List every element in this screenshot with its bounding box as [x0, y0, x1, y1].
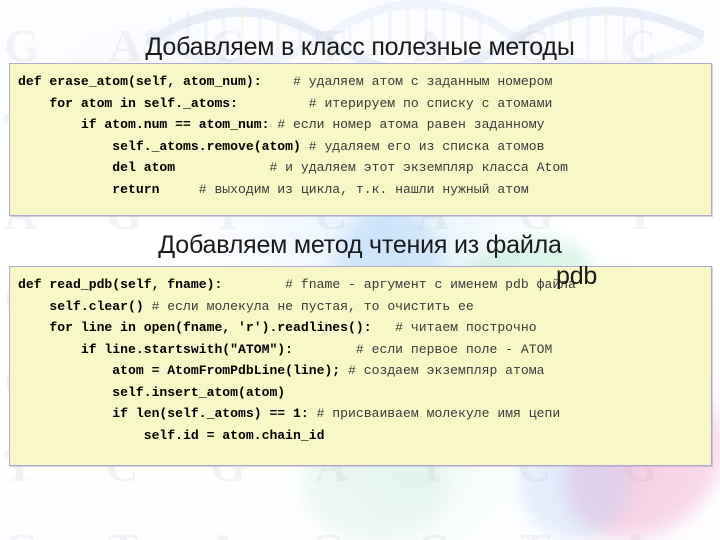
code-line: return # выходим из цикла, т.к. нашли ну… — [18, 179, 703, 201]
code-line: if line.startswith("ATOM"): # если перво… — [18, 339, 703, 361]
code-line: def erase_atom(self, atom_num): # удаляе… — [18, 71, 703, 93]
code-statement: if line.startswith("ATOM"): — [18, 341, 294, 357]
code-statement: return — [18, 181, 160, 197]
code-statement: for atom in self._atoms: — [18, 95, 239, 111]
code-line: self.clear() # если молекула не пустая, … — [18, 296, 703, 318]
code-gap — [262, 74, 293, 89]
code-comment: # если молекула не пустая, то очистить е… — [151, 298, 474, 314]
code-comment: # итерируем по списку с атомами — [308, 95, 553, 111]
code-comment: # удаляем атом с заданным номером — [293, 74, 553, 89]
code-comment: # создаем экземпляр атома — [348, 363, 545, 378]
code-statement: def erase_atom(self, atom_num): — [18, 74, 262, 89]
code-comment: # и удаляем этот экземпляр класса Atom — [269, 160, 569, 175]
code-line: self.id = atom.chain_id — [18, 425, 703, 447]
code-comment: # fname - аргумент с именем pdb файла — [285, 277, 576, 292]
code-gap — [175, 160, 269, 175]
code-statement: if atom.num == atom_num: — [18, 117, 270, 132]
code-statement: if len(self._atoms) == 1: — [18, 406, 309, 421]
code-block-erase-atom: def erase_atom(self, atom_num): # удаляе… — [9, 63, 712, 216]
code-line: for atom in self._atoms: # итерируем по … — [18, 93, 703, 115]
code-statement: for line in open(fname, 'r').readlines()… — [18, 320, 372, 335]
code-statement: atom = AtomFromPdbLine(line); — [18, 363, 341, 378]
code-line: self._atoms.remove(atom) # удаляем его и… — [18, 136, 703, 158]
code-gap — [238, 96, 309, 111]
code-comment: # если номер атома равен заданному — [277, 117, 545, 132]
code-statement: self._atoms.remove(atom) — [18, 138, 301, 154]
page-title-secondary-overflow: pdb — [556, 262, 598, 290]
code-statement: self.id = atom.chain_id — [18, 427, 325, 443]
code-statement: self.clear() — [18, 298, 144, 314]
code-gap — [340, 363, 348, 378]
code-statement: def read_pdb(self, fname): — [18, 277, 223, 292]
code-comment: # присваиваем молекуле имя цепи — [316, 406, 561, 421]
code-line: del atom # и удаляем этот экземпляр клас… — [18, 157, 703, 179]
code-comment: # читаем построчно — [395, 320, 537, 335]
code-statement: self.insert_atom(atom) — [18, 384, 286, 400]
code-gap — [159, 182, 198, 197]
code-gap — [372, 320, 396, 335]
code-line: self.insert_atom(atom) — [18, 382, 703, 404]
code-line: if atom.num == atom_num: # если номер ат… — [18, 114, 703, 136]
code-statement: del atom — [18, 160, 176, 175]
code-gap — [301, 139, 309, 154]
code-comment: # если первое поле - ATOM — [355, 341, 553, 357]
page-title-secondary: Добавляем метод чтения из файла — [158, 231, 562, 259]
code-line: def read_pdb(self, fname): # fname - арг… — [18, 274, 703, 296]
code-gap — [309, 406, 317, 421]
code-block-read-pdb: def read_pdb(self, fname): # fname - арг… — [9, 266, 712, 466]
slide-canvas: G A C T A G C T T C G A T C G A A G T C … — [0, 0, 720, 540]
page-title-primary: Добавляем в класс полезные методы — [145, 33, 575, 61]
code-comment: # выходим из цикла, т.к. нашли нужный ат… — [198, 181, 529, 197]
code-comment: # удаляем его из списка атомов — [308, 138, 545, 154]
code-line: if len(self._atoms) == 1: # присваиваем … — [18, 403, 703, 425]
code-line: atom = AtomFromPdbLine(line); # создаем … — [18, 360, 703, 382]
code-gap — [222, 277, 285, 292]
code-gap — [293, 342, 356, 357]
code-line: for line in open(fname, 'r').readlines()… — [18, 317, 703, 339]
code-gap — [144, 299, 152, 314]
